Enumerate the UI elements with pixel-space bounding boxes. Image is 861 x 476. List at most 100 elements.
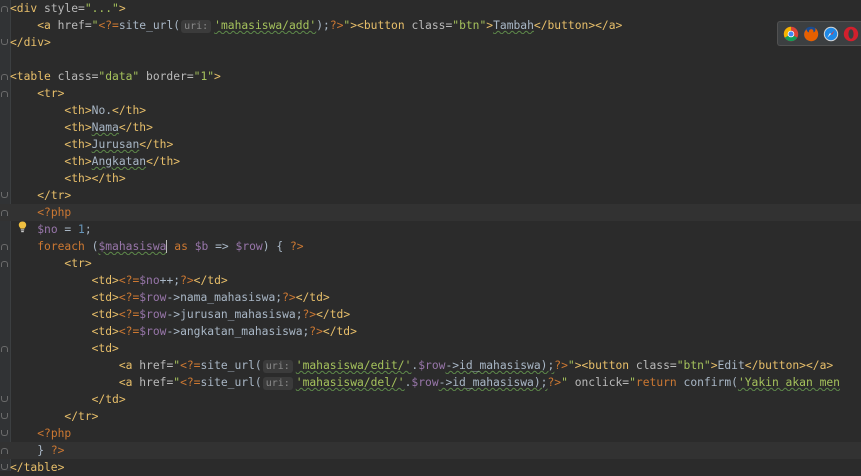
code-token: Edit [717, 359, 745, 372]
parameter-hint: uri: [181, 20, 212, 33]
code-line[interactable]: <tr> [0, 85, 861, 102]
code-line[interactable]: <a href= " <?=site_url(uri:'mahasiswa/edit… [0, 357, 861, 374]
code-text: <a href="<?=site_url(uri:'mahasiswa/add'… [10, 17, 622, 34]
code-line[interactable]: </div> [0, 34, 861, 51]
code-token: href= [139, 376, 174, 389]
code-token: border= [146, 70, 194, 83]
fold-marker-icon[interactable] [1, 6, 8, 12]
code-line[interactable]: <?php [0, 204, 861, 221]
code-text: <td> [10, 340, 119, 357]
code-token: </table> [10, 461, 65, 474]
opera-icon[interactable] [843, 26, 859, 42]
code-token: <th> [64, 138, 92, 151]
code-token: ; [84, 223, 92, 236]
code-text: <td><?=$row->nama_mahasiswa;?></td> [10, 289, 330, 306]
code-token: "1" [193, 70, 215, 83]
code-line[interactable]: <?php [0, 425, 861, 442]
code-token: <th> [64, 121, 92, 134]
code-line[interactable]: <th>No.</th> [0, 102, 861, 119]
code-line[interactable]: } ?> [0, 442, 861, 459]
fold-marker-icon[interactable] [1, 39, 8, 45]
code-token: </th> [139, 138, 174, 151]
code-token: site_url( [200, 376, 262, 389]
code-token: ) { [262, 240, 290, 253]
fold-marker-icon[interactable] [1, 448, 8, 454]
code-token: </th> [146, 155, 181, 168]
code-editor[interactable]: <div style="..."> <a href="<?=site_url(u… [0, 0, 861, 474]
code-token: 'mahasiswa/add' [214, 19, 317, 32]
code-line[interactable]: <th>Angkatan</th> [0, 153, 861, 170]
code-token: ->id_mahasiswa); [445, 359, 555, 372]
fold-marker-icon[interactable] [1, 464, 8, 470]
fold-marker-icon[interactable] [1, 261, 8, 267]
code-text: </table> [10, 459, 64, 476]
code-token: ?> [547, 376, 562, 389]
code-token: " [629, 376, 636, 389]
fold-marker-icon[interactable] [1, 396, 8, 402]
code-token: </tr> [64, 410, 99, 423]
code-token: $row [235, 240, 263, 253]
code-token: $row [139, 325, 167, 338]
code-line[interactable]: <tr> [0, 255, 861, 272]
code-token: </td> [316, 308, 351, 321]
code-token: <th></th> [64, 172, 126, 185]
code-line[interactable]: <th>Nama</th> [0, 119, 861, 136]
code-text: </tr> [10, 408, 98, 425]
code-token: $row [139, 308, 167, 321]
code-token: ?> [554, 359, 568, 372]
code-line[interactable]: <td><?=$no++;?></td> [0, 272, 861, 289]
code-text: <td><?=$row->jurusan_mahasiswa;?></td> [10, 306, 351, 323]
code-line[interactable]: <td><?=$row->angkatan_mahasiswa;?></td> [0, 323, 861, 340]
code-line[interactable]: <td><?=$row->jurusan_mahasiswa;?></td> [0, 306, 861, 323]
fold-marker-icon[interactable] [1, 192, 8, 198]
code-line[interactable]: <td><?=$row->nama_mahasiswa;?></td> [0, 289, 861, 306]
fold-marker-icon[interactable] [1, 91, 8, 97]
code-token: <td> [91, 274, 119, 287]
code-line[interactable]: <th>Jurusan</th> [0, 136, 861, 153]
fold-marker-icon[interactable] [1, 74, 8, 80]
code-token: $b [194, 240, 209, 253]
safari-icon[interactable] [823, 26, 839, 42]
code-line[interactable]: <td> [0, 340, 861, 357]
lightbulb-icon[interactable] [18, 221, 27, 233]
code-line[interactable]: </tr> [0, 408, 861, 425]
code-text: <th></th> [10, 170, 126, 187]
code-line[interactable]: <a href= " <?=site_url(uri:'mahasiswa/del/… [0, 374, 861, 391]
code-token: <a [37, 19, 58, 32]
code-token: <th> [64, 104, 92, 117]
code-token: ?> [329, 19, 344, 32]
fold-marker-icon[interactable] [1, 244, 8, 250]
code-token: href= [57, 19, 92, 32]
code-line[interactable]: </table> [0, 459, 861, 476]
code-token: " [561, 376, 575, 389]
code-token: <tr> [37, 87, 65, 100]
fold-marker-icon[interactable] [1, 413, 8, 419]
code-token: } [10, 444, 51, 457]
fold-marker-icon[interactable] [1, 346, 8, 352]
code-line[interactable]: </td> [0, 391, 861, 408]
code-token: 'mahasiswa/edit/' [295, 359, 412, 372]
code-token: </td> [295, 291, 330, 304]
code-token: site_url( [200, 359, 262, 372]
code-line[interactable]: <div style="..."> [0, 0, 861, 17]
fold-marker-icon[interactable] [1, 210, 8, 216]
code-line[interactable] [0, 51, 861, 68]
code-line[interactable]: <a href="<?=site_url(uri:'mahasiswa/add'… [0, 17, 861, 34]
code-line[interactable]: <table class="data" border="1"> [0, 68, 861, 85]
code-token: Nama [91, 121, 119, 134]
fold-marker-icon[interactable] [1, 430, 8, 436]
code-line[interactable]: $no = 1; [0, 221, 861, 238]
firefox-icon[interactable] [803, 26, 819, 42]
code-line[interactable]: foreach ($mahasiswa as $b => $row) { ?> [0, 238, 861, 255]
chrome-icon[interactable] [783, 26, 799, 42]
code-text: </td> [10, 391, 126, 408]
code-text: <div style="..."> [10, 0, 126, 17]
code-line[interactable]: <th></th> [0, 170, 861, 187]
code-token: <tr> [64, 257, 92, 270]
code-token: ?> [309, 325, 323, 338]
code-line[interactable]: </tr> [0, 187, 861, 204]
